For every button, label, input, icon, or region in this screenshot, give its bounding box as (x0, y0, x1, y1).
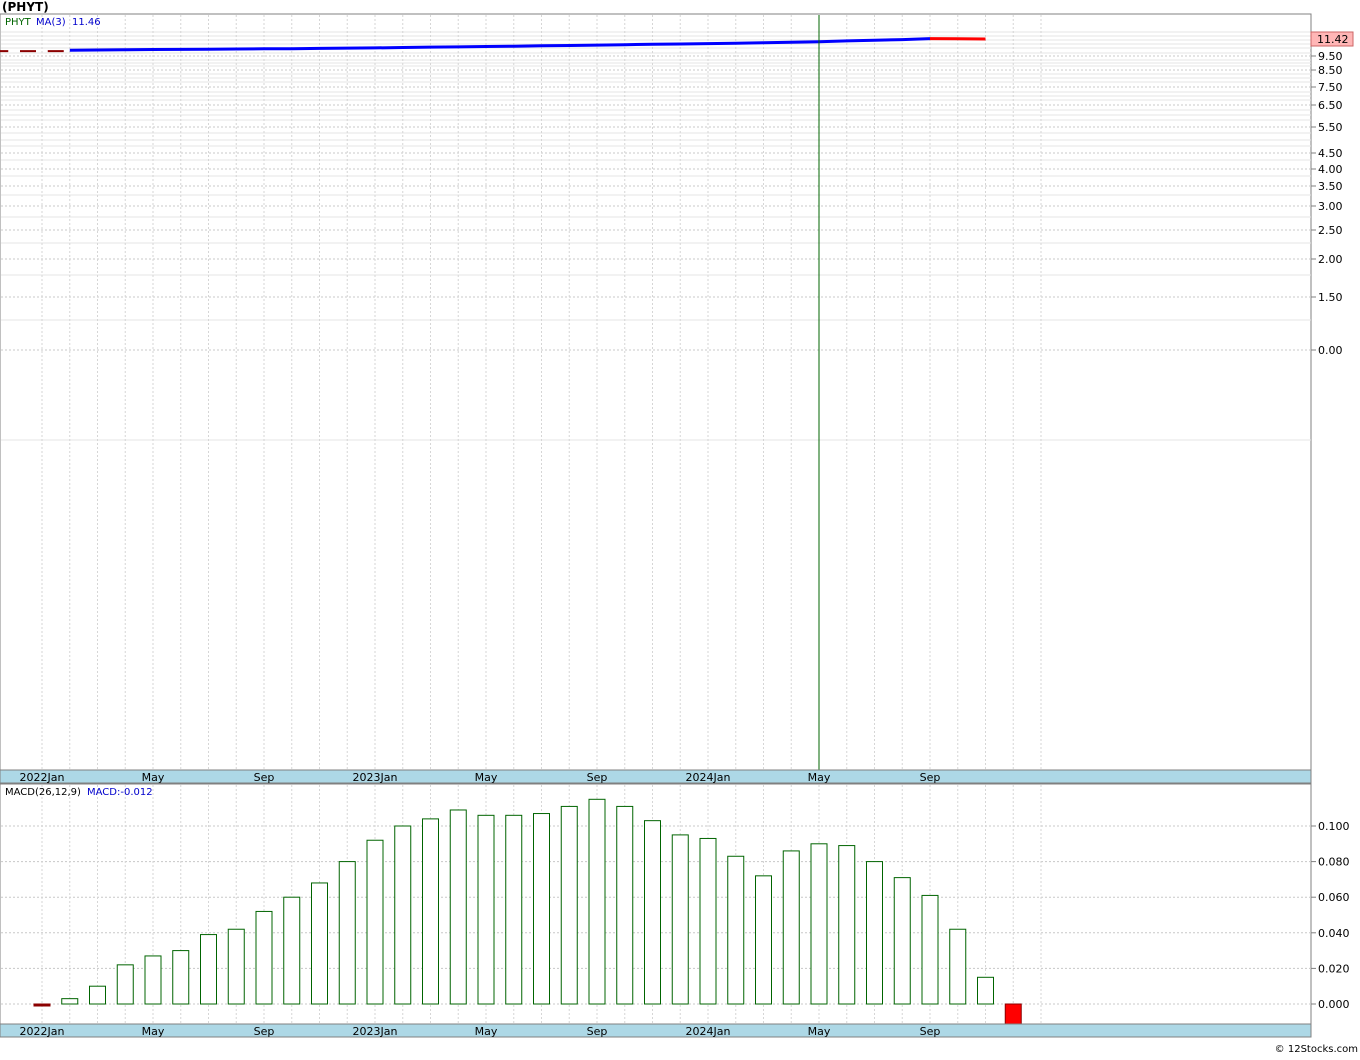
macd-bar (589, 799, 605, 1004)
macd-y-axis: 0.100 0.080 0.060 0.040 0.020 0.000 (1311, 820, 1350, 1011)
macd-bar (90, 986, 106, 1004)
price-x-tick-label: Sep (254, 771, 275, 784)
price-x-axis-band (0, 770, 1311, 783)
macd-bar (811, 844, 827, 1004)
macd-bar (450, 810, 466, 1004)
macd-bar (367, 840, 383, 1004)
macd-bar (312, 883, 328, 1004)
price-y-tick-label: 2.00 (1318, 253, 1343, 266)
price-y-tick-label: 0.00 (1318, 344, 1343, 357)
macd-x-tick-label: Sep (920, 1025, 941, 1038)
macd-y-tick-label: 0.080 (1318, 856, 1350, 869)
macd-bar (117, 965, 133, 1004)
price-y-tick-label: 3.50 (1318, 180, 1343, 193)
macd-x-axis-band (0, 1024, 1311, 1037)
macd-y-tick-label: 0.060 (1318, 891, 1350, 904)
macd-bar (34, 1004, 50, 1006)
macd-bar (395, 826, 411, 1004)
macd-x-tick-label: 2022Jan (20, 1025, 65, 1038)
macd-bar (423, 819, 439, 1004)
footer-copyright: © 12Stocks.com (1275, 1044, 1358, 1055)
price-y-tick-label: 4.00 (1318, 163, 1343, 176)
macd-x-tick-label: May (475, 1025, 498, 1038)
macd-bar (700, 838, 716, 1004)
macd-bar (284, 897, 300, 1004)
macd-bar (256, 911, 272, 1004)
legend-symbol: PHYT (5, 17, 32, 28)
price-x-tick-label: Sep (920, 771, 941, 784)
price-y-tick-label: 4.50 (1318, 147, 1343, 160)
stock-chart: (PHYT) 9.508.50 7.50 6.50 5.50 4.50 4.00 3.50 3… (0, 0, 1360, 1056)
macd-bar (867, 862, 883, 1004)
last-price-tag: 11.42 (1317, 33, 1349, 46)
macd-x-tick-label: 2024Jan (686, 1025, 731, 1038)
price-y-tick-label: 9.50 (1318, 50, 1343, 63)
macd-bar (534, 814, 550, 1004)
price-y-tick-label: 1.50 (1318, 291, 1343, 304)
macd-x-tick-label: May (808, 1025, 831, 1038)
macd-bar (756, 876, 772, 1004)
price-y-axis: 9.508.50 7.50 6.50 5.50 4.50 4.00 3.50 3.00 2.50… (1311, 50, 1343, 357)
price-x-tick-label: May (808, 771, 831, 784)
price-x-tick-label: 2022Jan (20, 771, 65, 784)
macd-y-tick-label: 0.020 (1318, 962, 1350, 975)
chart-canvas: (PHYT) 9.508.50 7.50 6.50 5.50 4.50 4.00 3.50 3… (0, 0, 1360, 1056)
macd-legend-label: MACD(26,12,9) (5, 787, 81, 798)
macd-legend-value: MACD:-0.012 (87, 787, 153, 798)
macd-x-tick-label: May (142, 1025, 165, 1038)
price-y-tick-label: 8.50 (1318, 64, 1343, 77)
macd-bar (62, 999, 78, 1004)
macd-x-tick-label: 2023Jan (353, 1025, 398, 1038)
macd-bar (950, 929, 966, 1004)
macd-bar (922, 895, 938, 1004)
legend-ma-value: 11.46 (72, 17, 101, 28)
macd-bar (478, 815, 494, 1004)
macd-bar (617, 806, 633, 1004)
macd-y-tick-label: 0.100 (1318, 820, 1350, 833)
legend-ma-label: MA(3) (36, 17, 66, 28)
macd-x-tick-label: Sep (587, 1025, 608, 1038)
price-y-tick-label: 5.50 (1318, 121, 1343, 134)
macd-bar (978, 977, 994, 1004)
macd-y-tick-label: 0.040 (1318, 927, 1350, 940)
macd-bar (783, 851, 799, 1004)
macd-bar (201, 935, 217, 1004)
macd-bar (672, 835, 688, 1004)
price-y-tick-label: 3.00 (1318, 200, 1343, 213)
price-y-tick-label: 2.50 (1318, 224, 1343, 237)
price-y-tick-label: 6.50 (1318, 99, 1343, 112)
price-x-tick-label: 2024Jan (686, 771, 731, 784)
macd-y-tick-label: 0.000 (1318, 998, 1350, 1011)
macd-bar (145, 956, 161, 1004)
chart-title: (PHYT) (2, 0, 49, 14)
macd-bar (339, 862, 355, 1004)
macd-bar (1005, 1004, 1021, 1025)
price-x-tick-label: Sep (587, 771, 608, 784)
macd-bar (728, 856, 744, 1004)
price-x-tick-label: 2023Jan (353, 771, 398, 784)
macd-bar (839, 846, 855, 1004)
price-x-tick-label: May (142, 771, 165, 784)
price-x-tick-label: May (475, 771, 498, 784)
macd-bar (894, 878, 910, 1004)
macd-bar (173, 951, 189, 1004)
macd-bar (228, 929, 244, 1004)
macd-x-tick-label: Sep (254, 1025, 275, 1038)
macd-bar (506, 815, 522, 1004)
macd-bar (645, 821, 661, 1004)
macd-bar (561, 806, 577, 1004)
price-y-tick-label: 7.50 (1318, 81, 1343, 94)
